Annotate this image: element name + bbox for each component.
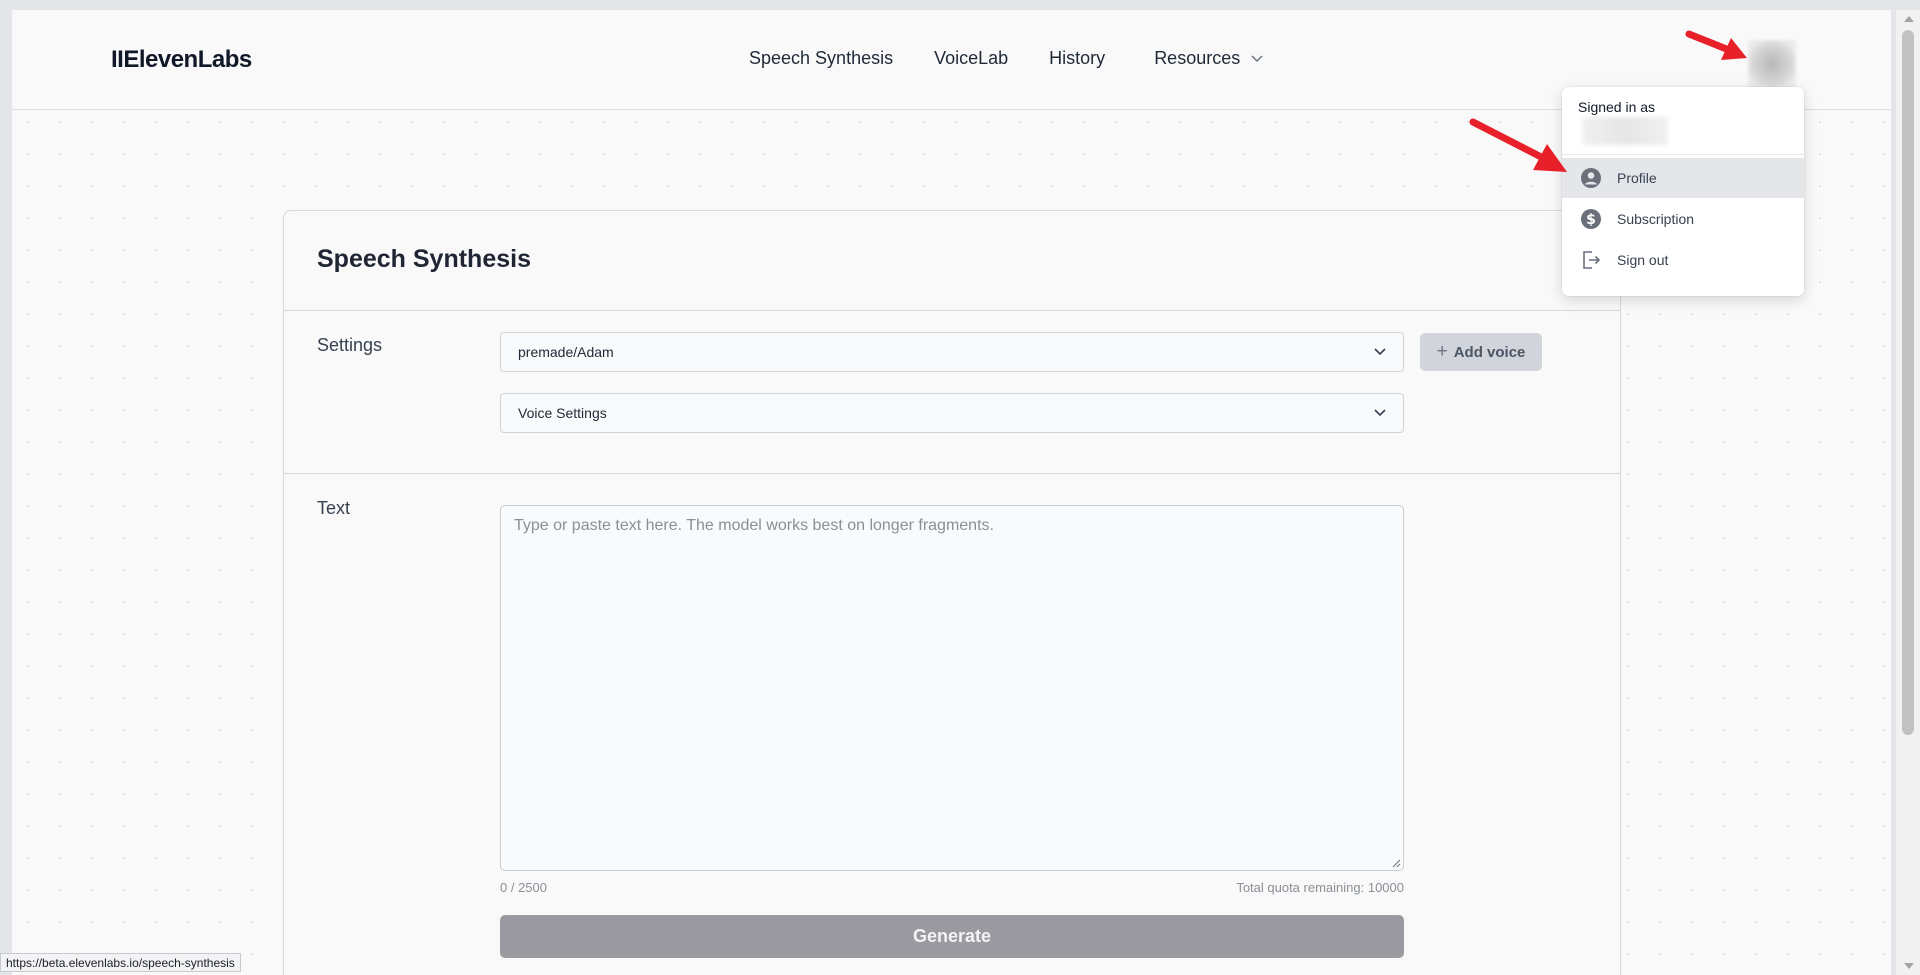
scroll-up-arrow-icon[interactable]	[1904, 16, 1914, 22]
chevron-down-icon	[1374, 348, 1386, 356]
scroll-down-arrow-icon[interactable]	[1904, 963, 1914, 969]
menu-item-profile[interactable]: Profile	[1562, 158, 1804, 198]
add-voice-button[interactable]: + Add voice	[1420, 333, 1542, 371]
menu-item-label: Sign out	[1617, 252, 1669, 268]
page-title: Speech Synthesis	[317, 245, 531, 273]
resize-grip-icon[interactable]	[1391, 858, 1401, 868]
user-email-redacted	[1582, 117, 1668, 145]
nav-history[interactable]: History	[1049, 48, 1105, 69]
text-input-placeholder: Type or paste text here. The model works…	[514, 517, 994, 534]
character-counter: 0 / 2500	[500, 880, 547, 895]
menu-item-label: Profile	[1617, 170, 1657, 186]
red-arrow-annotation	[1469, 118, 1567, 172]
speech-synthesis-card: Speech Synthesis Settings premade/Adam +…	[283, 210, 1621, 975]
add-voice-label: Add voice	[1453, 343, 1526, 361]
nav-voicelab[interactable]: VoiceLab	[934, 48, 1008, 69]
divider	[1562, 154, 1804, 155]
menu-item-sign-out[interactable]: Sign out	[1562, 240, 1804, 280]
scrollbar-thumb[interactable]	[1902, 30, 1914, 735]
svg-text:$: $	[1586, 212, 1596, 228]
voice-settings-accordion[interactable]: Voice Settings	[500, 393, 1404, 433]
chevron-down-icon	[1251, 54, 1263, 62]
text-label: Text	[317, 498, 351, 518]
nav-resources[interactable]: Resources	[1154, 48, 1264, 69]
settings-label: Settings	[317, 335, 383, 355]
nav-resources-label: Resources	[1154, 48, 1241, 68]
red-arrow-annotation	[1685, 30, 1747, 60]
plus-icon: +	[1436, 341, 1448, 362]
quota-remaining: Total quota remaining: 10000	[1236, 880, 1404, 895]
menu-item-subscription[interactable]: $ Subscription	[1562, 199, 1804, 239]
dollar-circle-icon: $	[1580, 208, 1602, 230]
text-input[interactable]: Type or paste text here. The model works…	[500, 505, 1404, 871]
signed-in-as-label: Signed in as	[1578, 99, 1656, 115]
link-status-url: https://beta.elevenlabs.io/speech-synthe…	[0, 953, 241, 972]
main-nav: Speech Synthesis VoiceLab History Resour…	[749, 48, 1305, 69]
user-menu-dropdown: Signed in as Profile $ Subscription Sign…	[1562, 87, 1804, 296]
user-avatar[interactable]	[1748, 40, 1796, 88]
voice-select-value: premade/Adam	[518, 344, 614, 360]
elevenlabs-logo[interactable]: IIElevenLabs	[111, 46, 252, 74]
divider	[284, 473, 1620, 474]
menu-item-label: Subscription	[1617, 211, 1695, 227]
voice-settings-label: Voice Settings	[518, 405, 607, 421]
chevron-down-icon	[1374, 409, 1386, 417]
generate-button[interactable]: Generate	[500, 915, 1404, 958]
divider	[284, 310, 1620, 311]
browser-viewport: IIElevenLabs Speech Synthesis VoiceLab H…	[12, 10, 1891, 975]
nav-speech-synthesis[interactable]: Speech Synthesis	[749, 48, 893, 69]
page-scrollbar[interactable]	[1896, 10, 1920, 975]
voice-select[interactable]: premade/Adam	[500, 332, 1404, 372]
user-circle-icon	[1580, 167, 1602, 189]
sign-out-icon	[1580, 249, 1602, 271]
